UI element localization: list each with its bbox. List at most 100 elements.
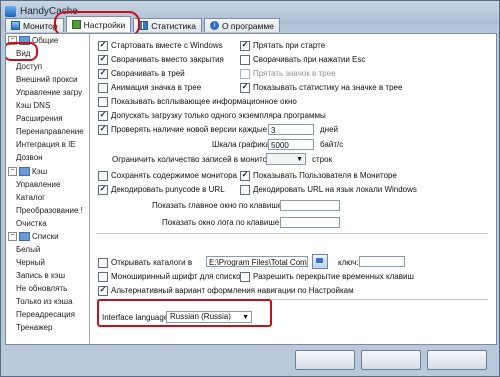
- checkbox-checked[interactable]: [98, 110, 108, 121]
- limit-records-unit: строк: [312, 155, 333, 164]
- option-decode-url-locale[interactable]: Декодировать URL на язык локали Windows: [240, 184, 417, 195]
- checkbox-checked[interactable]: [98, 124, 108, 135]
- checkbox-unchecked[interactable]: [98, 257, 108, 268]
- tree-item-trainer[interactable]: Тренажер: [16, 321, 52, 334]
- tab-label: Монитор: [23, 20, 58, 31]
- limit-records-label: Ограничить количество записей в мониторе: [112, 155, 277, 164]
- tree-node-lists[interactable]: − Списки: [8, 230, 59, 243]
- option-hide-tray-icon[interactable]: Прятать значок в трее: [240, 68, 336, 79]
- settings-icon: [71, 20, 81, 29]
- collapse-icon[interactable]: −: [8, 232, 17, 242]
- tree-item-access[interactable]: Доступ: [16, 60, 42, 73]
- collapse-icon[interactable]: −: [8, 167, 17, 177]
- option-show-tray-stats[interactable]: Показывать статистику на значке в трее: [240, 82, 402, 93]
- option-show-users-monitor[interactable]: Показывать Пользователя в Мониторе: [240, 170, 397, 181]
- tree-item-white[interactable]: Белый: [16, 243, 40, 256]
- option-minimize-to-tray[interactable]: Сворачивать в трей: [98, 68, 185, 79]
- tree-item-external-proxy[interactable]: Внешний прокси: [16, 73, 78, 86]
- tree-item-catalog[interactable]: Каталог: [16, 191, 45, 204]
- option-alt-nav-style[interactable]: Альтернативный вариант оформления навига…: [98, 285, 354, 296]
- option-allow-hotkey-override[interactable]: Разрешить перекрытие временных клавиш: [240, 271, 414, 282]
- tree-item-write-cache[interactable]: Запись в кэш: [16, 269, 65, 282]
- checkbox-unchecked[interactable]: [240, 184, 250, 195]
- graph-scale-input[interactable]: 5000: [268, 139, 314, 150]
- app-icon: [5, 5, 16, 17]
- dialog-button[interactable]: [361, 350, 421, 370]
- tree-item-management[interactable]: Управление: [16, 178, 60, 191]
- tree-item-cache-only[interactable]: Только из кэша: [16, 295, 73, 308]
- dialog-button[interactable]: [295, 350, 355, 370]
- tree-item-extensions[interactable]: Расширения: [16, 112, 63, 125]
- graph-scale-unit: байт/с: [320, 140, 344, 149]
- tree-item-download-control[interactable]: Управление загру: [16, 86, 82, 99]
- checkbox-unchecked[interactable]: [98, 82, 108, 93]
- keys-input[interactable]: [359, 256, 405, 267]
- checkbox-unchecked[interactable]: [240, 54, 250, 65]
- limit-records-dropdown[interactable]: ▼: [266, 153, 306, 165]
- checkbox-unchecked[interactable]: [98, 271, 108, 282]
- log-window-hotkey-label: Показать окно лога по клавише:: [162, 218, 282, 227]
- settings-client-area: − Общие Вид Доступ Внешний прокси Управле…: [5, 33, 497, 345]
- checkbox-checked[interactable]: [98, 40, 108, 51]
- option-minimize-on-esc[interactable]: Сворачивать при нажатии Esc: [240, 54, 365, 65]
- option-single-instance[interactable]: Допускать загрузку только одного экземпл…: [98, 110, 326, 121]
- tab-strip: Монитор Настройки Статистика i О програм…: [5, 16, 282, 33]
- check-days-unit: дней: [320, 125, 339, 134]
- keys-label: ключ:: [338, 258, 359, 267]
- browse-folder-button[interactable]: [312, 254, 328, 269]
- tree-item-dns-cache[interactable]: Кэш DNS: [16, 99, 50, 112]
- tree-item-cleanup[interactable]: Очистка: [16, 217, 47, 230]
- option-save-monitor[interactable]: Сохранять содержимое монитора: [98, 170, 237, 181]
- check-days-input[interactable]: 3: [268, 124, 314, 135]
- checkbox-checked[interactable]: [98, 184, 108, 195]
- option-hide-on-start[interactable]: Прятать при старте: [240, 40, 325, 51]
- tree-item-conversion[interactable]: Преобразование !: [16, 204, 83, 217]
- option-monospace-font[interactable]: Моноширинный шрифт для списков: [98, 271, 245, 282]
- checkbox-checked[interactable]: [98, 68, 108, 79]
- tab-monitor[interactable]: Монитор: [5, 18, 64, 32]
- tab-statistics[interactable]: Статистика: [133, 18, 202, 32]
- option-open-dirs[interactable]: Открывать каталоги в: [98, 257, 192, 268]
- tab-label: О программе: [221, 20, 274, 31]
- checkbox-disabled[interactable]: [240, 68, 250, 79]
- graph-scale-label: Шкала графика:: [212, 140, 273, 149]
- option-minimize-on-close[interactable]: Сворачивать вместо закрытия: [98, 54, 224, 65]
- option-decode-punycode[interactable]: Декодировать punycode в URL: [98, 184, 225, 195]
- tab-settings[interactable]: Настройки: [65, 16, 132, 32]
- open-dirs-path-input[interactable]: E:\Program Files\Total Command: [206, 256, 308, 267]
- info-icon: i: [209, 21, 219, 30]
- checkbox-checked[interactable]: [98, 54, 108, 65]
- tree-item-redirection[interactable]: Перенаправление: [16, 125, 84, 138]
- log-window-hotkey-input[interactable]: [280, 217, 340, 228]
- option-check-new-version[interactable]: Проверять наличие новой версии каждые: [98, 124, 267, 135]
- separator: [96, 233, 488, 234]
- view-settings-panel: Стартовать вместе с Windows Прятать при …: [94, 36, 492, 342]
- settings-tree: − Общие Вид Доступ Внешний прокси Управле…: [6, 34, 90, 344]
- tab-label: Настройки: [83, 19, 126, 30]
- option-start-with-windows[interactable]: Стартовать вместе с Windows: [98, 40, 223, 51]
- tree-item-ie-integration[interactable]: Интеграция в IE: [16, 138, 76, 151]
- main-window-hotkey-input[interactable]: [280, 200, 340, 211]
- folder-icon: [316, 258, 323, 263]
- tree-item-black[interactable]: Черный: [16, 256, 45, 269]
- option-animate-tray-icon[interactable]: Анимация значка в трее: [98, 82, 201, 93]
- checkbox-unchecked[interactable]: [98, 96, 108, 107]
- tree-item-readdress[interactable]: Переадресация: [16, 308, 75, 321]
- monitor-icon: [11, 21, 20, 30]
- checkbox-checked[interactable]: [240, 82, 250, 93]
- main-window-hotkey-label: Показать главное окно по клавише:: [152, 201, 285, 210]
- checkbox-checked[interactable]: [240, 40, 250, 51]
- option-show-popup[interactable]: Показывать всплывающее информационное ок…: [98, 96, 297, 107]
- tree-item-no-update[interactable]: Не обновлять: [16, 282, 67, 295]
- checkbox-unchecked[interactable]: [98, 170, 108, 181]
- tree-item-dialup[interactable]: Дозвон: [16, 151, 43, 164]
- checkbox-unchecked[interactable]: [240, 271, 250, 282]
- chevron-down-icon: ▼: [296, 156, 303, 163]
- checkbox-checked[interactable]: [240, 170, 250, 181]
- tab-label: Статистика: [151, 20, 196, 31]
- app-window: HandyCache Монитор Настройки Статистика …: [0, 0, 500, 377]
- dialog-button[interactable]: [427, 350, 487, 370]
- tab-about[interactable]: i О программе: [203, 18, 280, 32]
- checkbox-checked[interactable]: [98, 285, 108, 296]
- tree-node-cache[interactable]: − Кэш: [8, 165, 47, 178]
